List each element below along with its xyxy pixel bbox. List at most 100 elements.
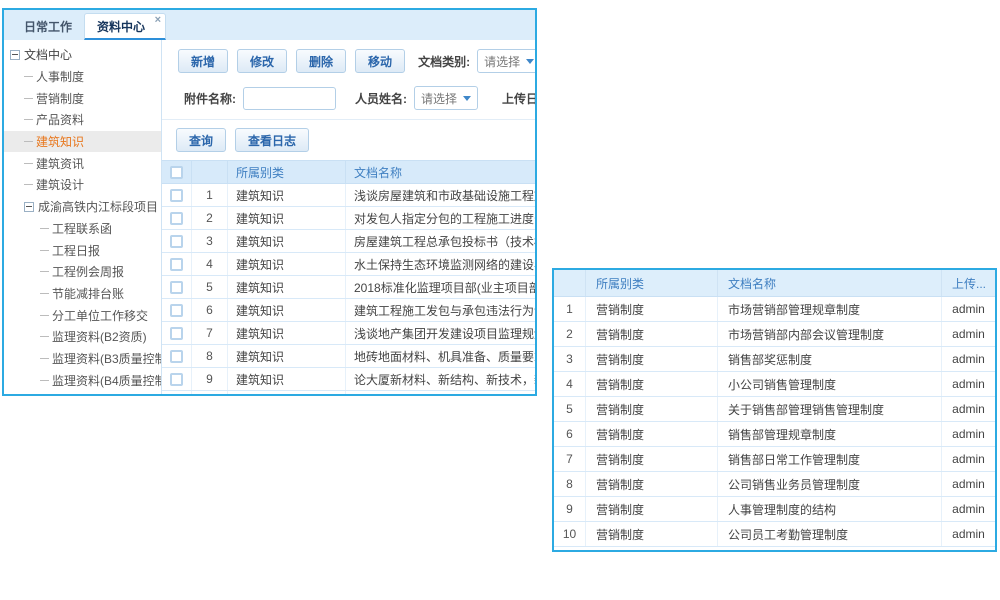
row-number: 2 (192, 207, 228, 229)
row-category: 建筑知识 (228, 368, 346, 390)
table-row[interactable]: 8 营销制度 公司销售业务员管理制度 admin (554, 472, 995, 497)
move-button[interactable]: 移动 (355, 49, 405, 73)
tree-item-quality-control-basement[interactable]: 工程质量控制(地下室) (4, 391, 161, 394)
tree-item-label: 营销制度 (36, 90, 84, 107)
table-row[interactable]: 2 建筑知识 对发包人指定分包的工程施工进度安排... (162, 207, 535, 230)
table-row[interactable]: 7 建筑知识 浅谈地产集团开发建设项目监理规划编... (162, 322, 535, 345)
category-column-header[interactable]: 所属别类 (228, 161, 346, 183)
tree-connector (24, 98, 33, 99)
row-doc-name: 水土保持生态环境监测网络的建设与资... (346, 253, 535, 275)
collapse-icon[interactable] (24, 202, 34, 212)
select-all-checkbox[interactable] (170, 166, 183, 179)
row-doc-name: 论大厦新材料、新结构、新技术，新工... (346, 368, 535, 390)
table-row[interactable]: 6 建筑知识 建筑工程施工发包与承包违法行为认定... (162, 299, 535, 322)
tab-daily-work[interactable]: 日常工作 (12, 13, 84, 40)
tree-item-work-transfer[interactable]: 分工单位工作移交 (4, 304, 161, 326)
table-row[interactable]: 9 营销制度 人事管理制度的结构 admin (554, 497, 995, 522)
uploader-column-header[interactable]: 上传... (942, 270, 995, 296)
table-row[interactable]: 1 营销制度 市场营销部管理规章制度 admin (554, 297, 995, 322)
table-row[interactable]: 5 营销制度 关于销售部管理销售管理制度 admin (554, 397, 995, 422)
tree-item-supervision-b4[interactable]: 监理资料(B4质量控制) (4, 369, 161, 391)
documents-grid: 所属别类 文档名称 1 建筑知识 浅谈房屋建筑和市政基础设施工程施工... 2 … (162, 160, 535, 394)
row-uploader: admin (942, 422, 995, 446)
tree-node-railway-project[interactable]: 成渝高铁内江标段项目 (4, 196, 161, 218)
tree-connector (40, 228, 49, 229)
table-row[interactable]: 4 营销制度 小公司销售管理制度 admin (554, 372, 995, 397)
table-row[interactable]: 3 建筑知识 房屋建筑工程总承包投标书（技术标）... (162, 230, 535, 253)
query-button[interactable]: 查询 (176, 128, 226, 152)
row-doc-name: 大厦地下室加气砼墙砌筑工程的施工方... (346, 391, 535, 394)
tree-item-project-daily-report[interactable]: 工程日报 (4, 239, 161, 261)
row-category: 营销制度 (586, 422, 718, 446)
tab-data-center[interactable]: 资料中心 × (84, 13, 166, 40)
tree-item-personnel-policy[interactable]: 人事制度 (4, 66, 161, 88)
table-row[interactable]: 7 营销制度 销售部日常工作管理制度 admin (554, 447, 995, 472)
row-number: 4 (554, 372, 586, 396)
tree-item-construction-design[interactable]: 建筑设计 (4, 174, 161, 196)
edit-button[interactable]: 修改 (237, 49, 287, 73)
toolbar-row-query: 查询 查看日志 (162, 127, 535, 153)
category-column-header[interactable]: 所属别类 (586, 270, 718, 296)
attachment-name-input[interactable] (243, 87, 336, 110)
table-row[interactable]: 10 营销制度 公司员工考勤管理制度 admin (554, 522, 995, 547)
collapse-icon[interactable] (10, 50, 20, 60)
grid-header-row: 所属别类 文档名称 (162, 160, 535, 184)
tree-item-construction-news[interactable]: 建筑资讯 (4, 152, 161, 174)
row-doc-name: 房屋建筑工程总承包投标书（技术标）... (346, 230, 535, 252)
row-category: 营销制度 (586, 522, 718, 546)
row-checkbox[interactable] (170, 373, 183, 386)
table-row[interactable]: 1 建筑知识 浅谈房屋建筑和市政基础设施工程施工... (162, 184, 535, 207)
row-checkbox[interactable] (170, 212, 183, 225)
table-row[interactable]: 5 建筑知识 2018标准化监理项目部(业主项目部)人员... (162, 276, 535, 299)
row-uploader: admin (942, 297, 995, 321)
row-checkbox[interactable] (170, 327, 183, 340)
tree-item-energy-saving-ledger[interactable]: 节能减排台账 (4, 283, 161, 305)
tree-item-label: 工程例会周报 (52, 263, 124, 280)
tree-item-supervision-b3[interactable]: 监理资料(B3质量控制) (4, 348, 161, 370)
table-row[interactable]: 8 建筑知识 地砖地面材料、机具准备、质量要求及... (162, 345, 535, 368)
row-checkbox[interactable] (170, 304, 183, 317)
desktop: 日常工作 资料中心 × 文档中心 人事制度 营销制度 (0, 0, 1000, 600)
row-doc-name: 销售部管理规章制度 (718, 422, 942, 446)
tree-item-label: 监理资料(B2资质) (52, 328, 147, 345)
person-name-select[interactable]: 请选择 (414, 86, 478, 110)
tree-item-project-contact-letter[interactable]: 工程联系函 (4, 218, 161, 240)
tree-root-document-center[interactable]: 文档中心 (4, 44, 161, 66)
tree-connector (40, 380, 49, 381)
doc-category-select[interactable]: 请选择 (477, 49, 535, 73)
row-checkbox[interactable] (170, 235, 183, 248)
table-row[interactable]: 4 建筑知识 水土保持生态环境监测网络的建设与资... (162, 253, 535, 276)
table-row[interactable]: 2 营销制度 市场营销部内部会议管理制度 admin (554, 322, 995, 347)
tree-connector (24, 76, 33, 77)
row-category: 建筑知识 (228, 276, 346, 298)
tree-node-label: 成渝高铁内江标段项目 (38, 198, 158, 215)
add-button[interactable]: 新增 (178, 49, 228, 73)
tab-close-icon[interactable]: × (155, 15, 161, 26)
view-log-button[interactable]: 查看日志 (235, 128, 309, 152)
doc-name-column-header[interactable]: 文档名称 (718, 270, 942, 296)
row-doc-name: 地砖地面材料、机具准备、质量要求及... (346, 345, 535, 367)
table-row[interactable]: 6 营销制度 销售部管理规章制度 admin (554, 422, 995, 447)
tree-item-project-weekly-meeting[interactable]: 工程例会周报 (4, 261, 161, 283)
row-checkbox[interactable] (170, 350, 183, 363)
tree-connector (40, 336, 49, 337)
row-doc-name: 建筑工程施工发包与承包违法行为认定... (346, 299, 535, 321)
table-row[interactable]: 10 建筑知识 大厦地下室加气砼墙砌筑工程的施工方... (162, 391, 535, 394)
row-doc-name: 公司销售业务员管理制度 (718, 472, 942, 496)
tree-item-label: 建筑资讯 (36, 155, 84, 172)
table-row[interactable]: 9 建筑知识 论大厦新材料、新结构、新技术，新工... (162, 368, 535, 391)
delete-button[interactable]: 删除 (296, 49, 346, 73)
tree-item-marketing-policy[interactable]: 营销制度 (4, 87, 161, 109)
tree-item-label: 工程联系函 (52, 220, 112, 237)
tree-item-construction-knowledge[interactable]: 建筑知识 (4, 131, 161, 153)
doc-name-column-header[interactable]: 文档名称 (346, 161, 535, 183)
row-category: 建筑知识 (228, 299, 346, 321)
table-row[interactable]: 3 营销制度 销售部奖惩制度 admin (554, 347, 995, 372)
tree-item-supervision-b2[interactable]: 监理资料(B2资质) (4, 326, 161, 348)
row-category: 建筑知识 (228, 184, 346, 206)
tree-item-product-info[interactable]: 产品资料 (4, 109, 161, 131)
toolbar-row-actions: 新增 修改 删除 移动 文档类别: 请选择 文档 (162, 48, 535, 74)
row-checkbox[interactable] (170, 258, 183, 271)
row-checkbox[interactable] (170, 189, 183, 202)
row-checkbox[interactable] (170, 281, 183, 294)
